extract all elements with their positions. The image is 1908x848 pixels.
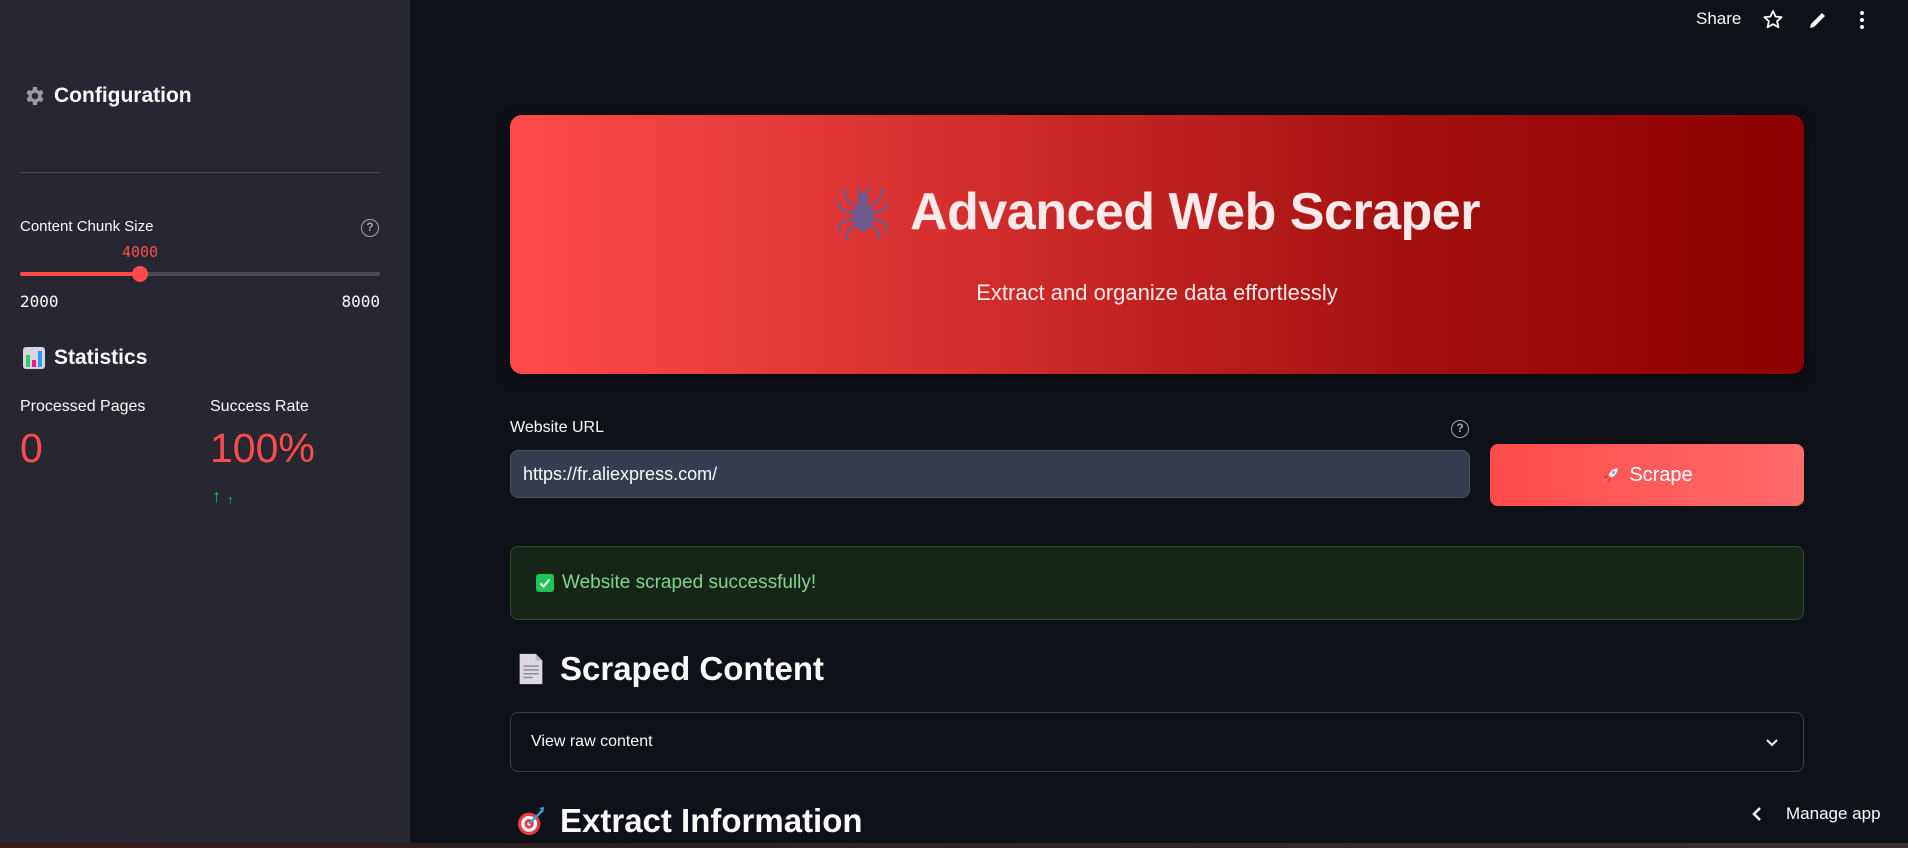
hero-title: Advanced Web Scraper [910,183,1480,241]
sidebar-divider [20,172,380,173]
help-icon[interactable]: ? [361,219,379,237]
hero-title-row: Advanced Web Scraper [510,182,1804,242]
success-rate-delta: ↑ ↑ [212,486,234,507]
success-rate-label: Success Rate [210,398,309,415]
statistics-title: Statistics [54,346,148,369]
bottom-strip [0,843,1908,848]
success-rate-value: 100% [210,425,315,471]
app: Configuration Content Chunk Size ? 4000 … [0,0,1908,848]
processed-pages-label: Processed Pages [20,398,146,415]
success-alert: Website scraped successfully! [510,546,1804,620]
chevron-down-icon[interactable] [1763,733,1781,751]
slider-min-label: 2000 [20,292,59,311]
hero-subtitle: Extract and organize data effortlessly [976,280,1338,305]
extract-information-title: Extract Information [560,802,863,839]
pencil-icon[interactable] [1806,8,1830,32]
hero-banner: Advanced Web Scraper Extract and organiz… [510,115,1804,374]
slider-max-label: 8000 [341,292,380,311]
sidebar: Configuration Content Chunk Size ? 4000 … [0,0,410,843]
manage-app-button[interactable]: Manage app [1750,804,1881,824]
raw-content-expander[interactable]: View raw content [510,712,1804,772]
share-button[interactable]: Share [1696,9,1741,29]
check-icon [536,574,554,592]
website-url-input[interactable] [510,450,1470,498]
chunk-size-label: Content Chunk Size [20,218,154,235]
slider-thumb[interactable] [132,266,148,282]
chunk-size-value: 4000 [122,243,159,261]
expander-label: View raw content [531,733,653,750]
scraped-content-heading: Scraped Content [516,650,824,688]
processed-pages-value: 0 [20,425,43,471]
bar-chart-icon [23,347,45,369]
success-message: Website scraped successfully! [562,572,817,593]
help-icon[interactable]: ? [1451,420,1469,438]
rocket-icon [1603,468,1618,483]
star-icon[interactable] [1761,8,1785,32]
scraped-content-title: Scraped Content [560,650,825,687]
slider-fill [20,272,140,276]
extract-information-heading: Extract Information [516,802,863,840]
statistics-heading: Statistics [22,346,147,370]
configuration-heading: Configuration [22,84,192,108]
document-icon [519,653,543,685]
website-url-label: Website URL [510,419,604,436]
target-icon [517,806,545,836]
chunk-size-slider[interactable] [20,266,380,282]
configuration-title: Configuration [54,84,192,107]
chevron-left-icon [1752,807,1761,821]
more-vertical-icon[interactable] [1850,8,1874,32]
arrow-up-icon: ↑ [212,486,221,506]
arrow-up-small-icon: ↑ [227,492,234,507]
manage-app-label: Manage app [1786,804,1881,823]
gear-icon [26,87,44,105]
scrape-button-label: Scrape [1629,463,1693,486]
spider-icon [836,185,890,241]
scrape-button[interactable]: Scrape [1490,444,1804,506]
